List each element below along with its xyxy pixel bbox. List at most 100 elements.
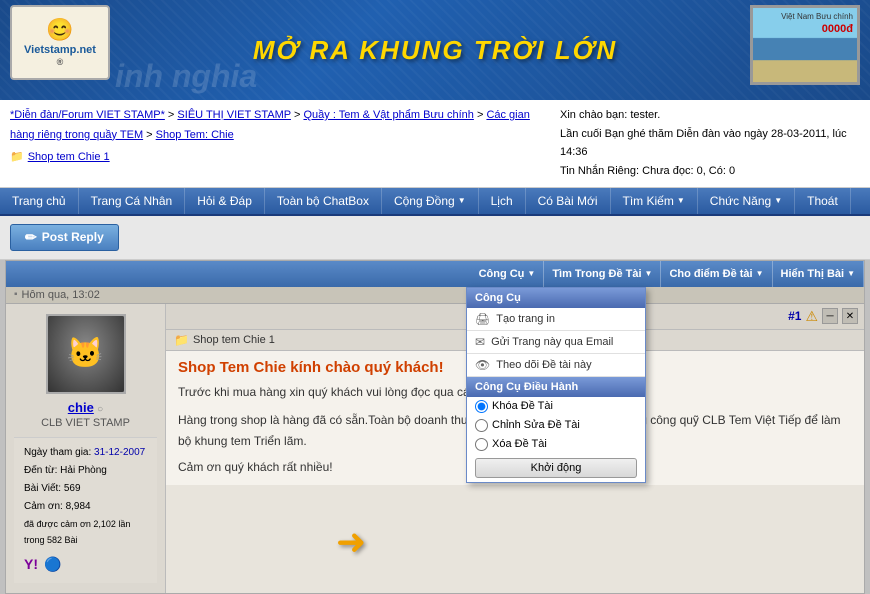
site-logo[interactable]: 😊 Vietstamp.net ®: [10, 5, 110, 80]
warning-icon: ⚠: [805, 308, 818, 325]
nav-trang-chu[interactable]: Trang chủ: [0, 188, 79, 214]
thread-search-arrow: ▼: [645, 269, 653, 278]
thread-tools-arrow: ▼: [527, 269, 535, 278]
thread-display-arrow: ▼: [847, 269, 855, 278]
stat-join: Ngày tham gia: 31-12-2007: [24, 444, 147, 462]
post-layout: 🐱 chie ○ CLB VIET STAMP Ngày tham gia: 3…: [6, 304, 864, 594]
admin-title: Công Cụ Điều Hành: [475, 381, 578, 393]
logo-text: Vietstamp.net: [24, 44, 96, 57]
post-reply-label: Post Reply: [42, 230, 104, 244]
stat-posts: Bài Viết: 569: [24, 480, 147, 498]
thread-rate-btn[interactable]: Cho điểm Đề tài ▼: [661, 261, 772, 287]
cong-cu-title: Công Cụ: [475, 292, 521, 304]
radio-chinh-sua-label: Chỉnh Sửa Đề Tài: [492, 419, 580, 431]
breadcrumb-link-shop[interactable]: Shop Tem: Chie: [156, 129, 234, 141]
stat-posts-value: 569: [64, 483, 81, 494]
shop-label: 📁 Shop tem Chie 1: [10, 148, 540, 168]
stat-thanks: đã được cảm ơn 2,102 lần trong 582 Bài: [24, 516, 147, 548]
thread-header: Công Cụ ▼ Tìm Trong Đề Tài ▼ Cho điểm Đề…: [6, 261, 864, 287]
msn-icon: 🔵: [44, 552, 61, 577]
dropdown-item-gui-email[interactable]: ✉ Gửi Trang này qua Email: [467, 331, 645, 354]
khoi-dong-button[interactable]: Khởi động: [475, 458, 637, 478]
thread-search-btn[interactable]: Tìm Trong Đề Tài ▼: [544, 261, 661, 287]
breadcrumb-link-sieu-thi[interactable]: SIÊU THỊ VIET STAMP: [177, 109, 291, 121]
username-display: chie ○: [68, 400, 103, 415]
shop-folder-icon: 📁: [10, 148, 24, 168]
radio-chinh-sua-input[interactable]: [475, 419, 488, 432]
gui-email-label: Gửi Trang này qua Email: [491, 336, 613, 348]
radio-xoa[interactable]: Xóa Đề Tài: [467, 435, 645, 454]
radio-xoa-label: Xóa Đề Tài: [492, 438, 547, 450]
nav-cong-dong[interactable]: Cộng Đồng▼: [382, 188, 479, 214]
chuc-nang-arrow: ▼: [774, 196, 782, 205]
stamp-country-text: Việt Nam Bưu chính 0000đ: [781, 12, 853, 37]
post-ctrl-minus[interactable]: ─: [822, 308, 838, 324]
logo-registered: ®: [24, 57, 96, 68]
thread-tools-btn[interactable]: Công Cụ ▼: [471, 261, 545, 287]
user-stats: Ngày tham gia: 31-12-2007 Đến từ: Hải Ph…: [14, 437, 157, 584]
online-status-dot: ○: [97, 404, 103, 415]
dropdown-item-theo-doi[interactable]: 👁 Theo dõi Đề tài này: [467, 354, 645, 377]
tim-kiem-arrow: ▼: [677, 196, 685, 205]
thread-tools-label: Công Cụ: [479, 268, 525, 280]
nav-hoi-dap[interactable]: Hỏi & Đáp: [185, 188, 265, 214]
site-header: 😊 Vietstamp.net ® MỞ RA KHUNG TRỜI LỚN V…: [0, 0, 870, 100]
radio-chinh-sua[interactable]: Chỉnh Sửa Đề Tài: [467, 416, 645, 435]
nav-thoat[interactable]: Thoát: [795, 188, 851, 214]
stat-from: Đến từ: Hải Phòng: [24, 462, 147, 480]
gui-email-icon: ✉: [475, 335, 485, 349]
user-avatar: 🐱: [46, 314, 126, 394]
nav-lich[interactable]: Lịch: [479, 188, 526, 214]
stat-reactions: Cảm ơn: 8,984: [24, 498, 147, 516]
inbox-text: Tin Nhắn Riêng: Chưa đọc: 0, Có: 0: [560, 162, 860, 181]
stat-thanks-label: đã được cảm ơn: [24, 519, 91, 529]
header-decorative-text: inh nghia: [115, 58, 257, 95]
radio-khoa-input[interactable]: [475, 400, 488, 413]
username-link[interactable]: chie: [68, 400, 94, 415]
stat-posts-label: Bài Viết:: [24, 483, 61, 494]
thread-rate-arrow: ▼: [756, 269, 764, 278]
post-area: ✏ Post Reply: [0, 216, 870, 260]
last-visit-text: Lần cuối Bạn ghé thăm Diễn đàn vào ngày …: [560, 125, 860, 162]
post-meta-bar: ▪ Hôm qua, 13:02: [6, 287, 864, 304]
cong-cu-header: Công Cụ: [467, 288, 645, 308]
stamp-value: 0000đ: [781, 22, 853, 36]
shop-title-folder-icon: 📁: [174, 333, 189, 347]
navbar: Trang chủ Trang Cá Nhân Hỏi & Đáp Toàn b…: [0, 188, 870, 216]
breadcrumb: *Diễn đàn/Forum VIET STAMP* > SIÊU THỊ V…: [10, 106, 540, 181]
nav-chat-box[interactable]: Toàn bộ ChatBox: [265, 188, 382, 214]
dropdown-item-tao-trang[interactable]: 🖨 Tạo trang in: [467, 308, 645, 331]
user-column: 🐱 chie ○ CLB VIET STAMP Ngày tham gia: 3…: [6, 304, 166, 594]
shop-title-text: Shop tem Chie 1: [193, 334, 275, 346]
post-reply-button[interactable]: ✏ Post Reply: [10, 224, 119, 251]
theo-doi-label: Theo dõi Đề tài này: [496, 359, 591, 371]
logo-stamp-icon: 😊: [24, 17, 96, 43]
shop-current-link[interactable]: Shop tem Chie 1: [28, 148, 110, 168]
thread-search-label: Tìm Trong Đề Tài: [552, 268, 641, 280]
site-title: MỞ RA KHUNG TRỜI LỚN: [253, 35, 617, 66]
breadcrumb-link-quay[interactable]: Quầy : Tem & Vật phẩm Bưu chính: [303, 109, 473, 121]
cong-cu-dropdown: Công Cụ 🖨 Tạo trang in ✉ Gửi Trang này q…: [466, 287, 646, 483]
radio-khoa[interactable]: Khóa Đề Tài: [467, 397, 645, 416]
header-stamp: Việt Nam Bưu chính 0000đ: [750, 5, 860, 85]
radio-xoa-input[interactable]: [475, 438, 488, 451]
nav-trang-ca-nhan[interactable]: Trang Cá Nhân: [79, 188, 186, 214]
stat-from-label: Đến từ:: [24, 465, 57, 476]
nav-chuc-nang[interactable]: Chức Năng▼: [698, 188, 795, 214]
thread-rate-label: Cho điểm Đề tài: [669, 268, 752, 280]
stat-cam-on-label: Cảm ơn:: [24, 501, 63, 512]
reply-icon: ✏: [25, 229, 37, 246]
post-ctrl-close[interactable]: ✕: [842, 308, 858, 324]
nav-tim-kiem[interactable]: Tìm Kiếm▼: [611, 188, 698, 214]
avatar-image: 🐱: [48, 316, 124, 392]
thread-display-btn[interactable]: Hiển Thị Bài ▼: [773, 261, 864, 287]
admin-section-header: Công Cụ Điều Hành: [467, 377, 645, 397]
user-greeting: Xin chào bạn: tester.: [560, 106, 860, 125]
theo-doi-icon: 👁: [475, 358, 490, 372]
social-icons: Y! 🔵: [24, 552, 147, 577]
stat-join-value: 31-12-2007: [94, 447, 145, 458]
breadcrumb-link-forum[interactable]: *Diễn đàn/Forum VIET STAMP*: [10, 109, 165, 121]
breadcrumb-links: *Diễn đàn/Forum VIET STAMP* > SIÊU THỊ V…: [10, 106, 540, 146]
post-number: #1: [788, 309, 801, 323]
nav-co-bai-moi[interactable]: Có Bài Mới: [526, 188, 611, 214]
